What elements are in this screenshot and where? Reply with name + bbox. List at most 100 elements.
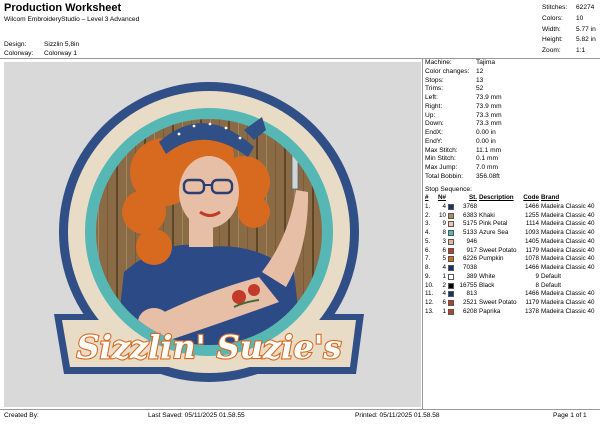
stop-number: 11. xyxy=(425,290,434,298)
color-swatch xyxy=(448,255,457,264)
thread-color-swatch xyxy=(448,300,454,307)
thread-description: Black xyxy=(479,281,495,289)
needle-number: 1 xyxy=(442,272,446,280)
stop-number: 8. xyxy=(425,264,431,271)
stitch-count: 389 xyxy=(466,272,477,280)
table-row: 7. 5 6226 Pumpkin 1078 Madeira Classic 40 xyxy=(425,255,599,264)
thread-color-swatch xyxy=(448,291,454,298)
stitch-count: 5175 xyxy=(462,220,477,228)
thread-color-swatch xyxy=(448,238,454,245)
stop-number: 12. xyxy=(425,299,434,306)
info-row: EndX: 0.00 in xyxy=(425,129,597,138)
info-row: Down: 73.3 mm xyxy=(425,120,597,129)
info-value: 13 xyxy=(476,76,484,84)
info-value: 0.00 in xyxy=(476,137,496,145)
stat-value: 1:1 xyxy=(576,47,586,55)
thread-color-swatch xyxy=(448,212,454,219)
page-number: Page 1 of 1 xyxy=(553,412,587,419)
thread-brand: Madeira Classic 40 xyxy=(541,211,595,219)
stitch-count: 7038 xyxy=(462,264,477,271)
stop-number: 9. xyxy=(425,272,431,280)
table-row: 8. 4 7038 1466 Madeira Classic 40 xyxy=(425,264,599,273)
footer-divider xyxy=(0,409,600,410)
info-label: Min Stitch: xyxy=(425,155,456,163)
col-header: N# xyxy=(437,194,446,201)
thread-code: 1179 xyxy=(525,299,539,306)
last-saved: Last Saved: 05/11/2025 01.58.55 xyxy=(148,412,245,419)
stitch-count: 6226 xyxy=(462,255,477,263)
thread-description: Pumpkin xyxy=(479,255,504,263)
thread-brand: Madeira Classic 40 xyxy=(541,299,595,306)
info-row: EndY: 0.00 in xyxy=(425,138,597,147)
stat-row: Colors: 10 xyxy=(542,14,597,25)
needle-number: 3 xyxy=(442,237,446,245)
stat-row: Zoom: 1:1 xyxy=(542,46,597,57)
info-value: 52 xyxy=(476,85,484,93)
thread-brand: Madeira Classic 40 xyxy=(541,307,595,315)
col-header xyxy=(448,194,457,203)
stop-sequence-title: Stop Sequence: xyxy=(425,186,472,193)
info-value: 11.1 mm xyxy=(476,146,502,154)
needle-number: 6 xyxy=(442,299,446,306)
thread-brand: Default xyxy=(541,272,561,280)
info-label: Up: xyxy=(425,111,436,119)
thread-code: 1114 xyxy=(525,220,539,228)
stat-value: 5.77 in xyxy=(576,25,596,33)
stitch-count: 6383 xyxy=(462,211,477,219)
stat-value: 5.82 in xyxy=(576,36,596,44)
software-name: Wilcom EmbroideryStudio – Level 3 Advanc… xyxy=(4,16,140,23)
stop-sequence-table: # N# St. Description Code Brand 1. 4 3768 1… xyxy=(425,194,599,317)
thread-brand: Madeira Classic 40 xyxy=(541,290,595,298)
stitch-count: 946 xyxy=(466,237,477,245)
stop-sequence-rows: 1. 4 3768 1466 Madeira Classic 40 2. 10 6383 Kha… xyxy=(425,203,599,317)
stitch-count: 917 xyxy=(466,246,477,254)
stitch-count: 813 xyxy=(466,290,477,298)
thread-description xyxy=(479,203,519,212)
design-name-row: Design: Sizzlin 5,8in xyxy=(4,41,79,48)
stat-value: 10 xyxy=(576,14,584,22)
info-row: Machine: Tajima xyxy=(425,59,597,68)
thread-code: 1179 xyxy=(525,246,539,254)
col-header: Code xyxy=(523,194,539,201)
table-row: 13. 1 6208 Paprika 1378 Madeira Classic 40 xyxy=(425,308,599,317)
info-label: Max Stitch: xyxy=(425,146,458,154)
bandana-dot xyxy=(238,136,242,140)
thread-brand: Madeira Classic 40 xyxy=(541,237,595,245)
thread-description xyxy=(479,264,519,273)
info-label: Left: xyxy=(425,94,438,101)
stitch-count: 5133 xyxy=(462,229,477,236)
color-swatch xyxy=(448,308,457,317)
stitch-count: 16755 xyxy=(459,281,477,289)
info-row: Max Stitch: 11.1 mm xyxy=(425,147,597,156)
machine-info-table: Machine: Tajima Color changes: 12 Stops: 13… xyxy=(425,59,597,182)
thread-color-swatch xyxy=(448,247,454,254)
worksheet-title: Production Worksheet xyxy=(4,2,122,14)
thread-color-swatch xyxy=(448,308,454,315)
stat-row: Width: 5.77 in xyxy=(542,25,597,36)
colorway-label: Colorway: xyxy=(4,50,34,57)
thread-color-swatch xyxy=(448,273,454,280)
info-label: Machine: xyxy=(425,59,452,66)
printed-date: Printed: 05/11/2025 01.58.58 xyxy=(355,412,440,419)
design-preview: Sizzlin' Suzie's xyxy=(4,62,421,407)
needle-number: 2 xyxy=(442,281,446,289)
info-label: EndY: xyxy=(425,137,443,145)
stop-number: 3. xyxy=(425,220,431,228)
thread-code: 1466 xyxy=(524,202,539,210)
color-swatch xyxy=(448,247,457,256)
info-label: Trims: xyxy=(425,85,444,93)
needle-number: 6 xyxy=(442,246,446,254)
color-swatch xyxy=(448,273,457,282)
needle-number: 10 xyxy=(438,211,446,219)
table-row: 12. 6 2521 Sweet Potato 1179 Madeira Classic … xyxy=(425,299,599,308)
col-header: Brand xyxy=(541,194,560,201)
stat-row: Height: 5.82 in xyxy=(542,35,597,46)
thread-description: Pink Petal xyxy=(479,220,508,228)
stop-number: 7. xyxy=(425,255,431,263)
stop-number: 4. xyxy=(425,229,431,236)
info-row: Stops: 13 xyxy=(425,77,597,86)
info-label: Max Jump: xyxy=(425,164,458,171)
created-by: Created By: xyxy=(4,412,39,419)
col-header: Description xyxy=(479,194,514,201)
thread-brand: Madeira Classic 40 xyxy=(541,264,595,271)
